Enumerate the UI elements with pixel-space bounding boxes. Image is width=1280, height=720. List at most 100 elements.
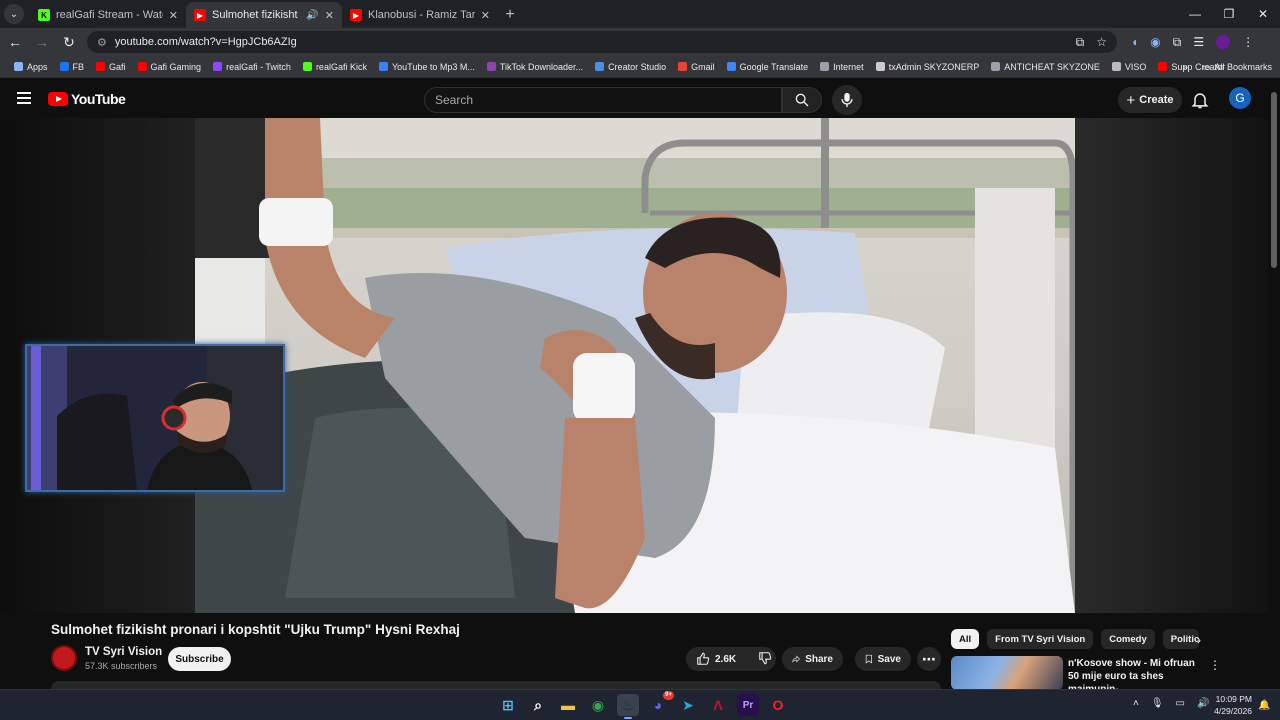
bookmark-item[interactable]: ANTICHEAT SKYZONE (985, 62, 1106, 72)
bookmark-item[interactable]: Internet (814, 62, 870, 72)
address-bar[interactable]: ⚙ youtube.com/watch?v=HgpJCb6AZIg ⧉ ☆ (87, 31, 1117, 53)
search-button[interactable] (782, 87, 822, 113)
browser-menu-icon[interactable]: ⋮ (1242, 35, 1254, 49)
extension-vpn-icon[interactable]: ◉ (1150, 35, 1160, 49)
video-player[interactable] (0, 118, 1268, 613)
youtube-logo[interactable]: YouTube (48, 91, 126, 107)
premiere-icon[interactable]: Pr (737, 694, 759, 716)
microphone-tray-icon[interactable]: 🎙 (1151, 698, 1164, 709)
create-label: Create (1139, 94, 1174, 106)
browser-tab-kick[interactable]: K realGafi Stream - Watch Live on ✕ (30, 2, 186, 28)
taskbar-clock[interactable]: 10:09 PM 4/29/2026 (1210, 693, 1252, 717)
bookmark-item[interactable]: VISO (1106, 62, 1153, 72)
subscribe-button[interactable]: Subscribe (168, 647, 231, 671)
share-button[interactable]: Share (782, 647, 843, 671)
bookmark-label: FB (72, 61, 85, 72)
discord-icon[interactable]: ◕ 9+ (647, 691, 674, 716)
app-a-icon[interactable]: Λ (707, 694, 729, 716)
tab-close-icon[interactable]: ✕ (481, 9, 490, 22)
chevron-right-icon[interactable]: › (1197, 633, 1201, 647)
microphone-icon (841, 92, 853, 108)
bookmark-favicon-icon (486, 62, 496, 71)
all-bookmarks[interactable]: ▭ All Bookmarks (1202, 62, 1272, 73)
volume-icon[interactable]: 🔊 (1197, 698, 1209, 709)
chip-from-channel[interactable]: From TV Syri Vision (987, 629, 1094, 649)
telegram-icon[interactable]: ➤ (677, 694, 699, 716)
reading-list-icon[interactable]: ☰ (1193, 35, 1204, 49)
thumbs-down-icon (759, 651, 772, 664)
dislike-button[interactable] (758, 651, 772, 668)
chip-politics[interactable]: Politics (1162, 629, 1199, 649)
bookmark-item[interactable]: realGafi - Twitch (207, 62, 297, 72)
chip-all[interactable]: All (951, 629, 980, 649)
bookmark-item[interactable]: Creator Studio (589, 62, 672, 72)
notifications-bell-icon[interactable] (1190, 90, 1210, 110)
browser-tab-youtube-active[interactable]: ▶ Sulmohet fizikisht pronari i 🔊 ✕ (186, 2, 342, 28)
recommended-video-thumbnail[interactable] (951, 656, 1063, 690)
channel-name[interactable]: TV Syri Vision (85, 646, 162, 658)
bookmark-item[interactable]: realGafi Kick (297, 62, 373, 72)
clock-time: 10:09 PM (1215, 694, 1252, 704)
chrome-icon[interactable]: ◉ (587, 694, 609, 716)
forward-icon[interactable]: → (30, 30, 54, 54)
url-text[interactable]: youtube.com/watch?v=HgpJCb6AZIg (115, 36, 1068, 48)
voice-search-button[interactable] (832, 85, 862, 115)
audio-playing-icon[interactable]: 🔊 (306, 10, 318, 21)
extensions-puzzle-icon[interactable]: ⧉ (1173, 35, 1182, 50)
bookmark-item[interactable]: TikTok Downloader... (481, 62, 589, 72)
bookmarks-overflow-icon[interactable]: » (1183, 62, 1188, 72)
bookmark-label: Gafi (109, 61, 126, 72)
back-icon[interactable]: ← (3, 30, 27, 54)
search-icon[interactable]: ⌕ (527, 694, 549, 716)
extension-audio-icon[interactable]: ◖ (1131, 35, 1138, 49)
bookmark-item[interactable]: Gmail (672, 62, 721, 72)
video-scene-image (195, 118, 1075, 613)
like-button[interactable]: 2.6K (696, 652, 736, 666)
tab-close-icon[interactable]: ✕ (169, 9, 178, 22)
close-window-icon[interactable]: ✕ (1246, 0, 1280, 28)
more-actions-button[interactable]: ⋯ (917, 647, 941, 671)
bookmark-item[interactable]: Apps (8, 62, 54, 72)
bookmark-star-icon[interactable]: ☆ (1096, 35, 1107, 50)
bookmark-item[interactable]: Google Translate (721, 62, 815, 72)
menu-hamburger-icon[interactable] (17, 92, 31, 104)
notification-bell-icon[interactable]: 🔔 (1258, 700, 1270, 711)
save-button[interactable]: Save (855, 647, 911, 671)
bookmark-label: TikTok Downloader... (499, 61, 584, 72)
file-explorer-icon[interactable]: ▬ (557, 694, 579, 716)
reload-icon[interactable]: ↻ (57, 30, 81, 54)
tray-overflow-chevron-icon[interactable]: ˄ (1133, 698, 1139, 709)
search-input[interactable]: Search (424, 87, 782, 113)
new-tab-button[interactable]: + (498, 3, 522, 27)
more-vertical-icon[interactable]: ⋮ (1209, 658, 1221, 672)
chip-comedy[interactable]: Comedy (1101, 629, 1155, 649)
start-icon[interactable]: ⊞ (497, 694, 519, 716)
channel-avatar[interactable] (51, 645, 77, 671)
video-frame[interactable] (195, 118, 1075, 613)
minimize-icon[interactable]: — (1178, 0, 1212, 28)
browser-tab-youtube[interactable]: ▶ Klanobusi - Ramiz Tarzani bënë ✕ (342, 2, 498, 28)
bookmark-item[interactable]: Gafi (90, 62, 132, 72)
bookmark-item[interactable]: FB (54, 62, 91, 72)
bookmark-item[interactable]: YouTube to Mp3 M... (373, 62, 481, 72)
video-title: Sulmohet fizikisht pronari i kopshtit "U… (51, 622, 460, 637)
create-button[interactable]: + Create (1118, 87, 1182, 113)
bookmark-item[interactable]: Gafi Gaming (132, 62, 208, 72)
tab-title: Klanobusi - Ramiz Tarzani bënë (368, 9, 475, 21)
streamer-webcam-overlay (25, 344, 285, 492)
profile-avatar-icon[interactable] (1216, 35, 1231, 49)
bookmark-item[interactable]: txAdmin SKYZONERP (870, 62, 986, 72)
page-scrollbar[interactable] (1271, 92, 1277, 268)
bookmark-favicon-icon (96, 62, 106, 71)
restore-icon[interactable]: ❐ (1212, 0, 1246, 28)
opera-icon[interactable]: O (767, 694, 789, 716)
user-avatar[interactable]: G (1229, 87, 1251, 109)
tab-search-chevron-icon[interactable]: ⌄ (4, 4, 24, 24)
install-app-icon[interactable]: ⧉ (1076, 35, 1085, 50)
site-info-icon[interactable]: ⚙ (97, 36, 107, 49)
bookmark-label: VISO (1124, 61, 1147, 72)
tab-close-icon[interactable]: ✕ (325, 9, 334, 22)
network-icon[interactable]: ▭ (1176, 698, 1185, 709)
share-arrow-icon (792, 655, 800, 663)
steam-icon[interactable]: ♨ (617, 694, 639, 719)
